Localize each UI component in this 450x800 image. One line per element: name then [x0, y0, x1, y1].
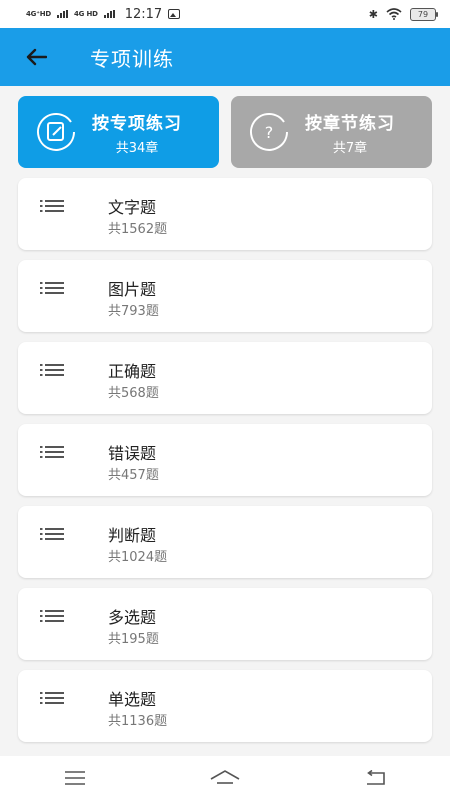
list-item[interactable]: 多选题共195题 — [18, 588, 432, 660]
item-title: 文字题 — [108, 198, 157, 217]
item-title: 正确题 — [108, 362, 157, 381]
edit-circle-icon — [37, 112, 75, 151]
page-title: 专项训练 — [90, 46, 174, 71]
gallery-notification-icon — [168, 9, 181, 19]
list-item[interactable]: 正确题共568题 — [18, 342, 432, 414]
mode-by-topic-title: 按专项练习 — [92, 113, 182, 134]
list-icon — [40, 610, 64, 622]
status-time: 12:17 — [124, 6, 163, 22]
item-count: 共568题 — [108, 386, 159, 401]
item-title: 错误题 — [108, 444, 157, 463]
list-item[interactable]: 单选题共1136题 — [18, 670, 432, 742]
nav-home-button[interactable] — [200, 758, 250, 798]
mode-by-topic-count: 共34章 — [115, 140, 159, 156]
item-title: 多选题 — [108, 608, 157, 627]
network-indicator-1: 4G⁺HD — [26, 9, 51, 18]
bluetooth-icon: ✱ — [368, 7, 378, 21]
system-nav-bar — [0, 756, 450, 800]
signal-icon-2 — [103, 10, 115, 18]
list-item[interactable]: 错误题共457题 — [18, 424, 432, 496]
status-left: 4G⁺HD 4G HD 12:17 — [26, 6, 181, 22]
wifi-icon — [386, 8, 402, 20]
item-count: 共1562题 — [108, 222, 168, 237]
topic-list: 文字题共1562题图片题共793题正确题共568题错误题共457题判断题共102… — [18, 178, 432, 752]
list-item[interactable]: 文字题共1562题 — [18, 178, 432, 250]
status-bar: 4G⁺HD 4G HD 12:17 ✱ 79 — [0, 0, 450, 28]
battery-icon: 79 — [410, 7, 438, 21]
list-icon — [40, 528, 64, 540]
list-icon — [40, 692, 64, 704]
nav-menu-button[interactable] — [50, 758, 100, 798]
nav-back-button[interactable] — [350, 758, 400, 798]
back-button[interactable] — [10, 28, 62, 86]
list-item[interactable]: 图片题共793题 — [18, 260, 432, 332]
list-icon — [40, 282, 64, 294]
question-circle-icon: ? — [250, 112, 288, 151]
svg-text:?: ? — [265, 123, 274, 142]
list-icon — [40, 200, 64, 212]
item-title: 单选题 — [108, 690, 157, 709]
mode-by-chapter-button[interactable]: ? 按章节练习 共7章 — [231, 96, 432, 168]
item-count: 共1136题 — [108, 714, 168, 729]
mode-by-topic-button[interactable]: 按专项练习 共34章 — [18, 96, 219, 168]
mode-by-chapter-title: 按章节练习 — [305, 113, 395, 134]
item-count: 共457题 — [108, 468, 159, 483]
status-right: ✱ 79 — [368, 7, 438, 21]
item-count: 共1024题 — [108, 550, 168, 565]
item-count: 共793题 — [108, 304, 159, 319]
list-icon — [40, 446, 64, 458]
menu-icon — [65, 771, 85, 785]
mode-by-topic-text: 按专项练习 共34章 — [92, 109, 182, 156]
item-count: 共195题 — [108, 632, 159, 647]
signal-icon — [56, 10, 68, 18]
mode-selector: 按专项练习 共34章 ? 按章节练习 共7章 — [18, 96, 432, 168]
list-item[interactable]: 判断题共1024题 — [18, 506, 432, 578]
item-title: 图片题 — [108, 280, 157, 299]
home-icon — [210, 770, 240, 784]
app-bar: 专项训练 — [0, 28, 450, 86]
mode-by-chapter-count: 共7章 — [332, 140, 368, 156]
list-icon — [40, 364, 64, 376]
mode-by-chapter-text: 按章节练习 共7章 — [305, 109, 395, 156]
network-indicator-2: 4G HD — [73, 9, 98, 18]
arrow-left-icon — [26, 48, 47, 66]
back-return-icon — [367, 770, 385, 785]
item-title: 判断题 — [108, 526, 157, 545]
